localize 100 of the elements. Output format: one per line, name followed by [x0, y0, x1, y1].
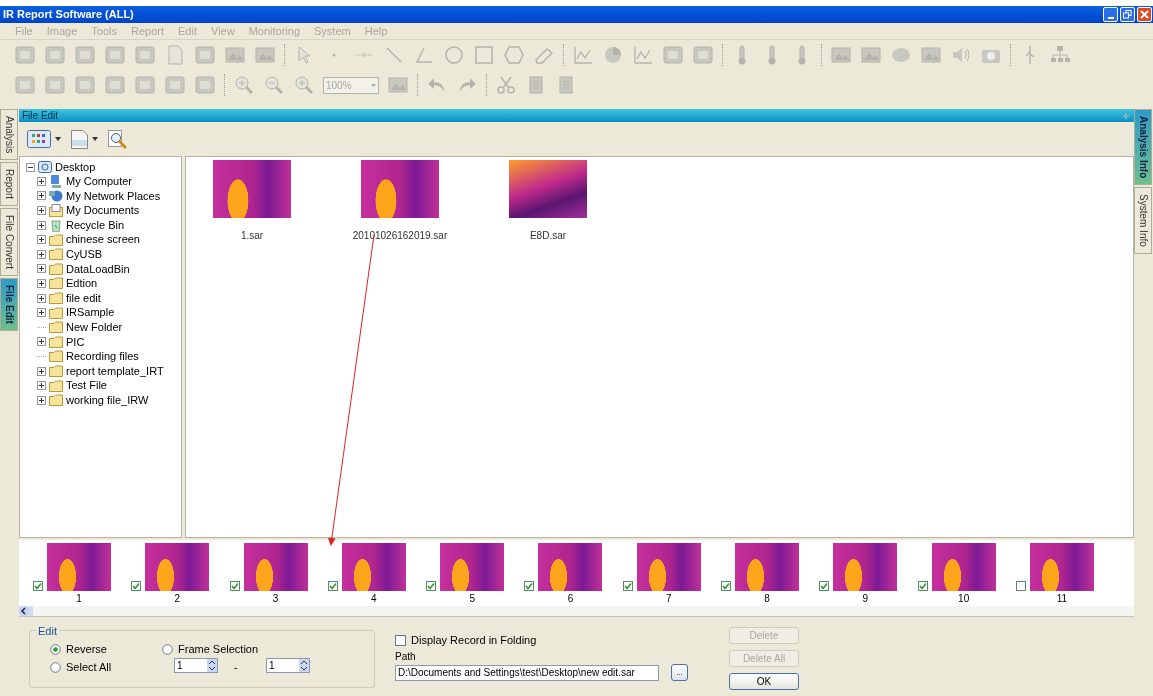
desktop-icon [38, 160, 52, 174]
frame-checkbox[interactable] [131, 581, 142, 591]
frame-checkbox[interactable] [819, 581, 830, 591]
frame-checkbox[interactable] [622, 581, 633, 591]
collapse-icon[interactable] [26, 162, 35, 172]
radio-label[interactable]: Select All [66, 659, 112, 676]
scrollbar-thumb[interactable] [29, 606, 33, 616]
frame-checkbox[interactable] [917, 581, 928, 591]
tree-item-label[interactable]: My Documents [66, 202, 140, 219]
zoom-icon[interactable] [293, 74, 315, 96]
expand-icon[interactable] [37, 337, 46, 347]
preview-search-icon[interactable] [108, 129, 127, 149]
frame-checkbox[interactable] [721, 581, 732, 591]
expand-icon[interactable] [37, 191, 46, 201]
minimize-button[interactable] [1103, 7, 1118, 22]
expand-icon[interactable] [37, 278, 46, 288]
tree-item-label[interactable]: working file_IRW [66, 391, 149, 409]
side-tab[interactable]: Analysis [0, 109, 18, 161]
tree-item-label[interactable]: file edit [66, 289, 101, 307]
window-title: IR Report Software (ALL) [3, 7, 134, 23]
radio-button[interactable] [50, 661, 61, 673]
frame-checkbox[interactable] [327, 581, 338, 591]
expand-icon[interactable] [37, 308, 46, 318]
side-tab[interactable]: File Convert [0, 208, 18, 277]
minimize-icon [1107, 17, 1114, 19]
radio-label[interactable]: Reverse [66, 641, 107, 658]
expand-icon[interactable] [37, 176, 46, 186]
expand-icon[interactable] [37, 293, 46, 303]
tree-item-label[interactable]: Recycle Bin [66, 216, 125, 234]
tree-item-label[interactable]: Desktop [55, 158, 96, 176]
spinner-field[interactable]: 1 [266, 658, 310, 673]
polygon-tool-icon[interactable] [503, 44, 525, 66]
photo-icon[interactable] [830, 44, 852, 66]
zoom-out-icon[interactable] [263, 74, 285, 96]
folder-icon [49, 379, 63, 392]
circle-tool-icon[interactable] [443, 44, 465, 66]
tree-item-label[interactable]: Test File [66, 377, 107, 394]
spinner-arrows-icon[interactable] [299, 659, 309, 672]
horizontal-scrollbar[interactable] [19, 606, 1134, 617]
expand-icon[interactable] [37, 381, 46, 391]
frame-checkbox[interactable] [524, 581, 535, 591]
folder-icon [49, 262, 63, 275]
pie-chart-icon[interactable] [602, 44, 624, 66]
frame-checkbox[interactable] [1015, 581, 1026, 591]
expand-icon[interactable] [37, 220, 46, 230]
expand-icon[interactable] [37, 235, 46, 245]
radio-button[interactable] [162, 643, 173, 655]
tree-item-label[interactable]: Recording files [66, 348, 139, 365]
tree-item-label[interactable]: My Computer [66, 173, 133, 190]
pin-icon[interactable] [1121, 110, 1131, 121]
side-tab[interactable]: System Info [1134, 187, 1152, 255]
tree-item-label[interactable]: New Folder [66, 319, 123, 336]
zoom-in-icon[interactable] [233, 74, 255, 96]
tree-item-label[interactable]: report template_IRT [66, 362, 164, 380]
tree-item-label[interactable]: CyUSB [66, 246, 103, 263]
tree-item-label[interactable]: Edtion [66, 275, 98, 292]
path-field[interactable]: D:\Documents and Settings\test\Desktop\new edit.sar [395, 664, 659, 681]
side-tab[interactable]: Analysis Info [1134, 109, 1152, 186]
file-name[interactable]: E8D.sar [529, 228, 567, 243]
range-separator: - [234, 660, 238, 675]
side-tab[interactable]: Report [0, 162, 18, 207]
expand-icon[interactable] [37, 264, 46, 274]
photo-pair-icon[interactable] [860, 44, 882, 66]
grid-view-icon[interactable] [27, 130, 51, 148]
action-button[interactable]: OK [729, 673, 799, 690]
cut-icon[interactable] [495, 74, 517, 96]
line-chart-icon[interactable] [572, 44, 594, 66]
radio-button[interactable] [50, 643, 61, 655]
frame-number: 7 [665, 592, 673, 606]
file-name[interactable]: 1.sar [240, 228, 264, 243]
caret-icon[interactable] [92, 137, 98, 141]
restore-button[interactable] [1120, 7, 1135, 22]
scroll-left-icon[interactable] [19, 606, 29, 616]
expand-icon[interactable] [37, 395, 46, 405]
trend-chart-icon[interactable] [632, 44, 654, 66]
frame-checkbox[interactable] [426, 581, 437, 591]
close-icon [1140, 10, 1149, 19]
frame-number: 8 [763, 592, 771, 606]
spinner-arrows-icon[interactable] [207, 659, 217, 672]
side-tab[interactable]: File Edit [0, 278, 18, 332]
radio-label[interactable]: Frame Selection [178, 641, 259, 658]
expand-icon[interactable] [37, 249, 46, 259]
file-name[interactable]: 20101026162019.sar [352, 228, 448, 243]
checkbox-label[interactable]: Display Record in Folding [411, 631, 537, 649]
frame-checkbox[interactable] [33, 581, 43, 591]
tree-item-label[interactable]: PIC [66, 333, 85, 351]
tree-item-label[interactable]: My Network Places [66, 187, 161, 205]
browse-button[interactable]: ... [671, 664, 688, 681]
expand-icon[interactable] [37, 366, 46, 376]
thermal-image-placeholder [538, 543, 603, 591]
tree-item-label[interactable]: chinese screen [66, 231, 140, 248]
frame-checkbox[interactable] [229, 581, 240, 591]
close-button[interactable] [1137, 7, 1152, 22]
tree-item-label[interactable]: IRSample [66, 304, 115, 321]
spinner-field[interactable]: 1 [174, 658, 218, 673]
expand-icon[interactable] [37, 206, 46, 215]
tree-item-label[interactable]: DataLoadBin [66, 260, 130, 278]
caret-icon[interactable] [55, 137, 61, 141]
rectangle-tool-icon[interactable] [473, 44, 495, 66]
checkbox[interactable] [395, 634, 406, 646]
